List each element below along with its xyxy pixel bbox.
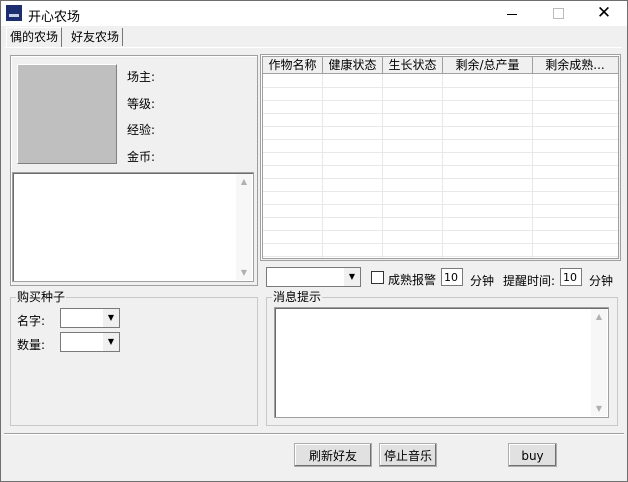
chevron-down-icon[interactable]: ▼ xyxy=(343,268,360,286)
owner-label: 场主: xyxy=(127,70,156,84)
column-header[interactable]: 剩余/总产量 xyxy=(443,57,533,73)
grid-row-line xyxy=(263,217,618,218)
bottom-divider xyxy=(4,433,624,434)
column-header[interactable]: 作物名称 xyxy=(263,57,323,73)
grid-row-line xyxy=(263,204,618,205)
main-window: 开心农场 ✕ 偶的农场 好友农场 场主: 等级: 经验: 金币: ▲ ▼ 购买种… xyxy=(0,0,628,482)
grid-column-line xyxy=(382,74,383,258)
gold-label: 金币: xyxy=(127,150,156,164)
remind-minutes-unit: 分钟 xyxy=(589,274,614,288)
messages-textarea[interactable]: ▲ ▼ xyxy=(274,307,609,418)
column-header[interactable]: 剩余成熟... xyxy=(533,57,617,73)
stop-music-button[interactable]: 停止音乐 xyxy=(379,443,437,467)
scroll-up-icon[interactable]: ▲ xyxy=(236,177,252,186)
tab-friend-farm[interactable]: 好友农场 xyxy=(68,28,124,46)
title-bar: 开心农场 ✕ xyxy=(1,1,627,26)
grid-row-line xyxy=(263,243,618,244)
info-textarea[interactable]: ▲ ▼ xyxy=(12,172,254,282)
chevron-down-icon[interactable]: ▼ xyxy=(102,333,119,351)
grid-row-line xyxy=(263,126,618,127)
crops-table-header: 作物名称 健康状态 生长状态 剩余/总产量 剩余成熟... xyxy=(263,57,618,74)
info-scrollbar[interactable]: ▲ ▼ xyxy=(236,174,252,280)
tab-divider xyxy=(4,47,622,48)
grid-row-line xyxy=(263,230,618,231)
scroll-down-icon[interactable]: ▼ xyxy=(236,268,252,277)
scroll-down-icon[interactable]: ▼ xyxy=(591,404,607,413)
grid-row-line xyxy=(263,100,618,101)
grid-column-line xyxy=(442,74,443,258)
chevron-down-icon[interactable]: ▼ xyxy=(102,309,119,327)
seed-name-select[interactable]: ▼ xyxy=(60,308,120,328)
alarm-minutes-unit: 分钟 xyxy=(470,274,495,288)
buy-button[interactable]: buy xyxy=(508,443,557,467)
avatar xyxy=(17,64,117,164)
grid-row-line xyxy=(263,152,618,153)
grid-row-line xyxy=(263,139,618,140)
minimize-button[interactable] xyxy=(489,1,535,26)
mature-alarm-label: 成熟报警 xyxy=(388,273,437,287)
grid-row-line xyxy=(263,256,618,257)
remind-minutes-input[interactable]: 10 xyxy=(560,268,582,286)
messages-title: 消息提示 xyxy=(272,290,323,304)
maximize-button[interactable] xyxy=(535,1,581,26)
grid-row-line xyxy=(263,191,618,192)
grid-row-line xyxy=(263,178,618,179)
crop-select[interactable]: ▼ xyxy=(266,267,361,287)
grid-row-line xyxy=(263,165,618,166)
column-header[interactable]: 生长状态 xyxy=(383,57,443,73)
seed-qty-label: 数量: xyxy=(17,338,46,352)
buy-seeds-group: 购买种子 xyxy=(10,290,258,426)
close-button[interactable]: ✕ xyxy=(581,1,627,26)
scroll-up-icon[interactable]: ▲ xyxy=(591,312,607,321)
app-logo-icon xyxy=(6,5,22,21)
tab-bar: 偶的农场 好友农场 xyxy=(4,27,624,47)
buy-seeds-title: 购买种子 xyxy=(16,290,67,304)
grid-column-line xyxy=(532,74,533,258)
crops-table[interactable]: 作物名称 健康状态 生长状态 剩余/总产量 剩余成熟... xyxy=(262,56,619,259)
remind-time-label: 提醒时间: xyxy=(503,274,556,288)
grid-row-line xyxy=(263,87,618,88)
grid-column-line xyxy=(322,74,323,258)
seed-name-label: 名字: xyxy=(17,314,46,328)
column-header[interactable]: 健康状态 xyxy=(323,57,383,73)
level-label: 等级: xyxy=(127,97,156,111)
messages-scrollbar[interactable]: ▲ ▼ xyxy=(591,309,607,416)
exp-label: 经验: xyxy=(127,123,156,137)
tab-my-farm[interactable]: 偶的农场 xyxy=(6,27,63,47)
grid-row-line xyxy=(263,113,618,114)
window-title: 开心农场 xyxy=(28,10,81,25)
mature-alarm-checkbox[interactable] xyxy=(371,271,384,284)
alarm-minutes-input[interactable]: 10 xyxy=(441,268,463,286)
seed-qty-select[interactable]: ▼ xyxy=(60,332,120,352)
refresh-friends-button[interactable]: 刷新好友 xyxy=(294,443,372,467)
